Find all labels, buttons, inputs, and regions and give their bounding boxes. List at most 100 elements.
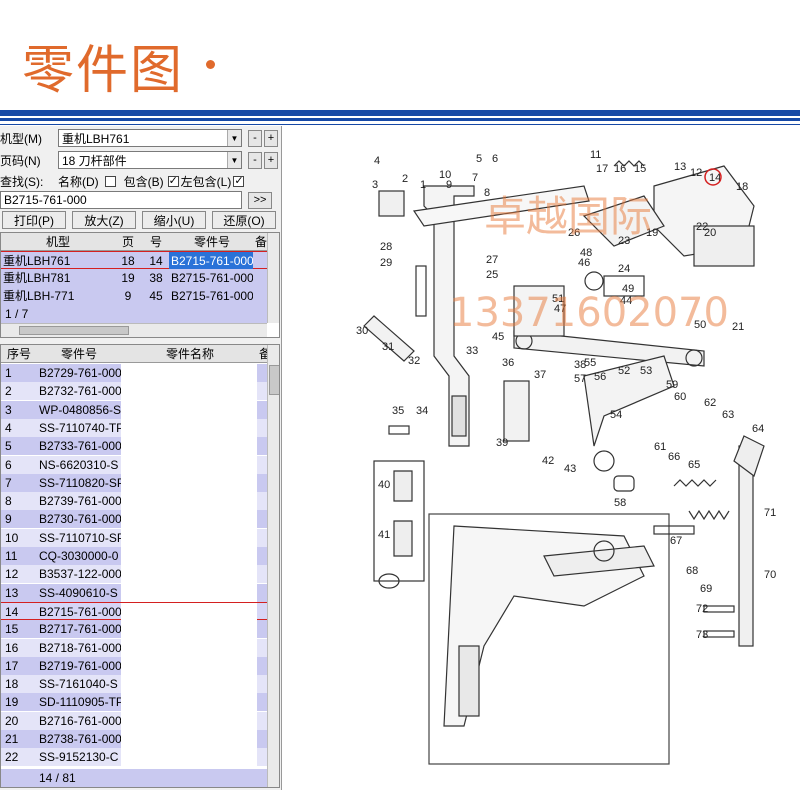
- row-part-no: SS-7110740-TP: [39, 420, 121, 435]
- table-row[interactable]: 9 B2730-761-000: [1, 510, 267, 529]
- row-index: 7: [5, 475, 12, 490]
- search-input[interactable]: B2715-761-000: [0, 191, 242, 209]
- table-row[interactable]: 8 B2739-761-000: [1, 492, 267, 511]
- part-number-label: 63: [722, 409, 734, 421]
- chevron-down-icon[interactable]: ▼: [227, 152, 241, 168]
- part-number-label: 55: [584, 357, 596, 369]
- left-contains-checkbox[interactable]: [233, 174, 245, 187]
- page-minus-button[interactable]: -: [248, 151, 262, 169]
- table-row[interactable]: 11 CQ-3030000-0: [1, 547, 267, 565]
- row-part-no: B2729-761-000: [39, 366, 121, 380]
- model-select[interactable]: 重机LBH761 ▼: [58, 129, 242, 147]
- table-row[interactable]: 21 B2738-761-000: [1, 730, 267, 748]
- restore-button[interactable]: 还原(O): [212, 211, 276, 229]
- model-usage-table: 机型 页 号 零件号 备 重机LBH761 18 14 B2715-761-00…: [0, 232, 280, 338]
- row-index: 10: [5, 530, 19, 545]
- print-button[interactable]: 打印(P): [2, 211, 66, 229]
- part-number-label: 10: [439, 169, 451, 181]
- table-row[interactable]: 1 B2729-761-000: [1, 364, 267, 382]
- table-row[interactable]: 17 B2719-761-000: [1, 656, 267, 675]
- part-number-label: 68: [686, 565, 698, 577]
- row-part-no[interactable]: B2715-761-000: [169, 252, 253, 270]
- part-number-label: 65: [688, 459, 700, 471]
- part-number-label: 33: [466, 345, 478, 357]
- table-row[interactable]: 重机LBH-771 9 45 B2715-761-000: [1, 287, 267, 305]
- table-row[interactable]: 14 B2715-761-000: [1, 601, 267, 621]
- horizontal-scrollbar[interactable]: [1, 323, 267, 337]
- table-row[interactable]: 2 B2732-761-000: [1, 382, 267, 401]
- column-header-model: 机型: [45, 235, 70, 249]
- row-index: 5: [5, 439, 12, 454]
- table-row[interactable]: 4 SS-7110740-TP: [1, 418, 267, 437]
- row-index: 1: [5, 366, 12, 380]
- table-header: 序号 零件号 零件名称 备: [1, 345, 267, 363]
- table-row[interactable]: 重机LBH761 18 14 B2715-761-000: [1, 251, 267, 270]
- model-plus-button[interactable]: +: [264, 129, 278, 147]
- table-row[interactable]: 13 SS-4090610-S: [1, 583, 267, 602]
- part-number-label: 28: [380, 241, 392, 253]
- row-part-no: B2718-761-000: [39, 640, 121, 655]
- table-row[interactable]: 10 SS-7110710-SP: [1, 528, 267, 547]
- table-row[interactable]: 7 SS-7110820-SP: [1, 473, 267, 492]
- contains-checkbox[interactable]: [167, 174, 179, 187]
- chevron-down-icon[interactable]: ▼: [227, 130, 241, 146]
- table-row[interactable]: 22 SS-9152130-C: [1, 748, 267, 767]
- column-header-part-no: 零件号: [193, 235, 230, 249]
- row-model: 重机LBH-771: [3, 289, 75, 303]
- column-header-page: 页: [121, 235, 134, 249]
- zoom-out-button[interactable]: 缩小(U): [142, 211, 206, 229]
- search-row: B2715-761-000 >>: [0, 190, 272, 210]
- table-row[interactable]: 15 B2717-761-000: [1, 620, 267, 639]
- row-part-name: [121, 620, 257, 639]
- part-number-label: 73: [696, 629, 708, 641]
- part-number-label: 70: [764, 569, 776, 581]
- header-rule-hair: [0, 124, 800, 125]
- search-go-button[interactable]: >>: [248, 191, 272, 209]
- part-number-label: 42: [542, 455, 554, 467]
- parts-lookup-panel: 机型(M) 重机LBH761 ▼ - + 页码(N) 18 刀杆部件 ▼ - +…: [0, 126, 282, 790]
- scrollbar-thumb[interactable]: [269, 365, 279, 395]
- table-row[interactable]: 16 B2718-761-000: [1, 638, 267, 657]
- part-number-label: 72: [696, 603, 708, 615]
- part-number-label: 58: [614, 497, 626, 509]
- table-row[interactable]: 19 SD-1110905-TP: [1, 693, 267, 712]
- part-number-label: 43: [564, 463, 576, 475]
- row-part-name: [121, 583, 257, 602]
- row-index: 21: [5, 732, 19, 746]
- table-row[interactable]: 20 B2716-761-000: [1, 711, 267, 730]
- table-row[interactable]: 5 B2733-761-000: [1, 437, 267, 456]
- name-checkbox[interactable]: [104, 175, 116, 187]
- part-number-label: 17: [596, 163, 608, 175]
- page-plus-button[interactable]: +: [264, 151, 278, 169]
- page-title: 零件图: [22, 41, 185, 101]
- row-part-no: SS-7110710-SP: [39, 530, 121, 545]
- part-number-label: 64: [752, 423, 764, 435]
- table-row[interactable]: 3 WP-0480856-S: [1, 400, 267, 419]
- table-row[interactable]: 重机LBH781 19 38 B2715-761-000: [1, 269, 267, 287]
- scrollbar-thumb[interactable]: [19, 326, 129, 335]
- page-select[interactable]: 18 刀杆部件 ▼: [58, 151, 242, 169]
- row-model: 重机LBH781: [3, 271, 71, 285]
- row-part-no: B3537-122-000: [39, 567, 121, 582]
- vertical-scrollbar[interactable]: [267, 233, 279, 323]
- table-row[interactable]: 12 B3537-122-000: [1, 565, 267, 584]
- row-index: 8: [5, 494, 12, 509]
- watermark-phone: 13371602070: [449, 290, 729, 336]
- part-number-label: 61: [654, 441, 666, 453]
- row-index: 20: [5, 713, 19, 728]
- row-part-no: WP-0480856-S: [39, 402, 121, 417]
- row-part-no: SS-7161040-S: [39, 677, 118, 692]
- lower-table-status: 14 / 81: [39, 771, 76, 785]
- zoom-in-button[interactable]: 放大(Z): [72, 211, 136, 229]
- vertical-scrollbar[interactable]: [267, 345, 279, 787]
- model-minus-button[interactable]: -: [248, 129, 262, 147]
- row-number: 14: [149, 254, 163, 268]
- row-part-name: [121, 730, 257, 748]
- row-part-name: [121, 528, 257, 547]
- row-part-name: [121, 437, 257, 456]
- row-part-no: B2715-761-000: [171, 271, 253, 285]
- table-row[interactable]: 18 SS-7161040-S: [1, 675, 267, 694]
- search-label: 查找(S):: [0, 174, 44, 189]
- table-row[interactable]: 6 NS-6620310-S: [1, 455, 267, 474]
- part-number-label: 39: [496, 437, 508, 449]
